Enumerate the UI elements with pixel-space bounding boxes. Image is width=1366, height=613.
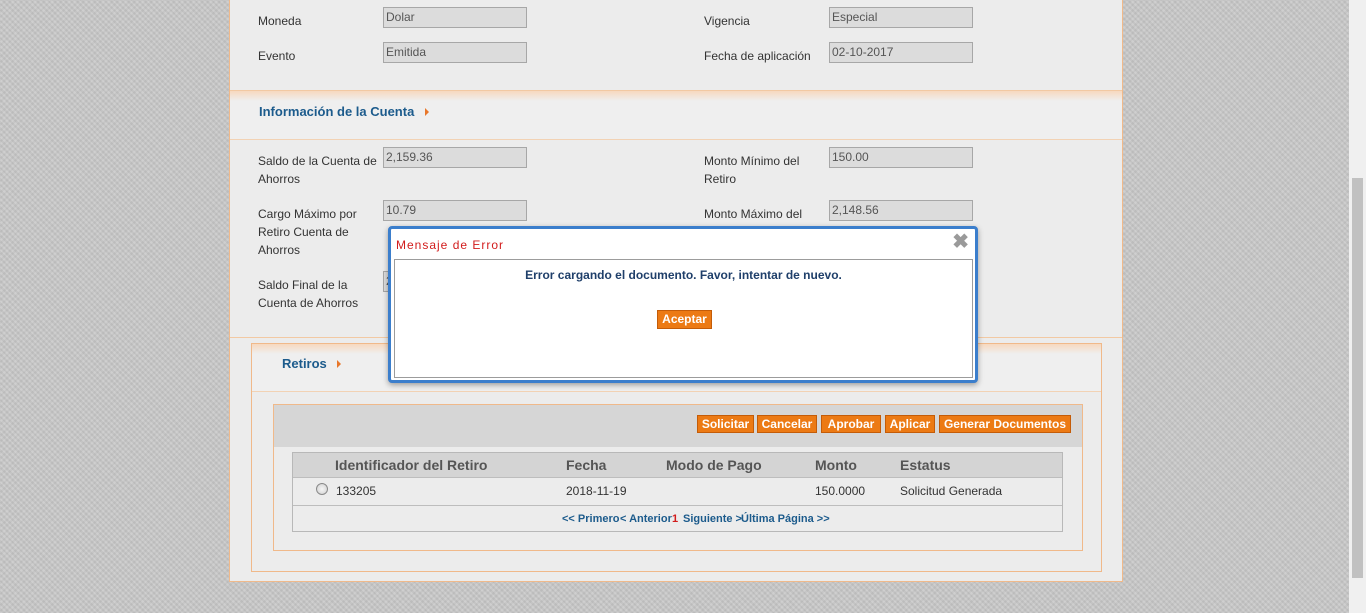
saldo-field[interactable]: 2,159.36 xyxy=(383,147,527,168)
fecha-aplicacion-label: Fecha de aplicación xyxy=(704,49,811,63)
column-header-identificador[interactable]: Identificador del Retiro xyxy=(335,457,487,473)
expand-arrow-icon xyxy=(425,108,429,116)
cell-identificador: 133205 xyxy=(336,484,377,498)
cell-monto: 150.0000 xyxy=(815,484,866,498)
pager-current-page: 1 xyxy=(672,513,679,525)
cell-estatus: Solicitud Generada xyxy=(900,484,1003,498)
page-scrollbar[interactable] xyxy=(1349,0,1366,613)
column-header-fecha[interactable]: Fecha xyxy=(566,457,606,473)
pager-first-link[interactable]: << Primero xyxy=(562,513,619,525)
vigencia-label: Vigencia xyxy=(704,14,750,28)
column-header-modo-pago[interactable]: Modo de Pago xyxy=(666,457,762,473)
retiros-grid-container: Solicitar Cancelar Aprobar Aplicar Gener… xyxy=(273,404,1083,551)
moneda-field[interactable]: Dolar xyxy=(383,7,527,28)
column-header-estatus[interactable]: Estatus xyxy=(900,457,951,473)
vigencia-field[interactable]: Especial xyxy=(829,7,973,28)
column-header-monto[interactable]: Monto xyxy=(815,457,857,473)
retiros-table: Identificador del Retiro Fecha Modo de P… xyxy=(292,452,1063,532)
monto-minimo-field[interactable]: 150.00 xyxy=(829,147,973,168)
pager-last-link[interactable]: Última Página >> xyxy=(741,513,830,525)
monto-maximo-field[interactable]: 2,148.56 xyxy=(829,200,973,221)
cuenta-section-header[interactable]: Información de la Cuenta xyxy=(230,90,1122,140)
saldo-final-label: Saldo Final de la Cuenta de Ahorros xyxy=(258,278,359,310)
scrollbar-thumb[interactable] xyxy=(1352,178,1363,578)
accept-button[interactable]: Aceptar xyxy=(657,310,712,329)
aplicar-button[interactable]: Aplicar xyxy=(885,415,935,433)
aprobar-button[interactable]: Aprobar xyxy=(821,415,881,433)
dialog-title: Mensaje de Error xyxy=(396,238,505,252)
cell-fecha: 2018-11-19 xyxy=(566,484,627,498)
table-header: Identificador del Retiro Fecha Modo de P… xyxy=(293,453,1062,478)
generar-documentos-button[interactable]: Generar Documentos xyxy=(939,415,1071,433)
expand-arrow-icon xyxy=(337,360,341,368)
cargo-maximo-field[interactable]: 10.79 xyxy=(383,200,527,221)
cancelar-button[interactable]: Cancelar xyxy=(757,415,817,433)
evento-field[interactable]: Emitida xyxy=(383,42,527,63)
row-divider xyxy=(293,505,1062,506)
cargo-maximo-label: Cargo Máximo por Retiro Cuenta de Ahorros xyxy=(258,207,357,257)
close-icon[interactable]: ✖ xyxy=(952,232,969,252)
error-dialog: Mensaje de Error ✖ Error cargando el doc… xyxy=(388,226,978,383)
evento-label: Evento xyxy=(258,49,296,63)
monto-minimo-label: Monto Mínimo del Retiro xyxy=(704,154,800,186)
pager-next-link[interactable]: Siguiente > xyxy=(683,513,742,525)
pager-prev-link[interactable]: < Anterior xyxy=(620,513,672,525)
monto-maximo-label: Monto Máximo del xyxy=(704,207,803,221)
saldo-label: Saldo de la Cuenta de Ahorros xyxy=(258,154,377,186)
retiros-section-title: Retiros xyxy=(282,356,327,371)
retiros-toolbar: Solicitar Cancelar Aprobar Aplicar Gener… xyxy=(274,405,1082,447)
dialog-body: Error cargando el documento. Favor, inte… xyxy=(394,259,973,378)
row-select-radio[interactable] xyxy=(316,483,328,495)
error-message: Error cargando el documento. Favor, inte… xyxy=(525,268,842,282)
cuenta-section-title: Información de la Cuenta xyxy=(259,104,415,119)
moneda-label: Moneda xyxy=(258,14,302,28)
solicitar-button[interactable]: Solicitar xyxy=(697,415,754,433)
fecha-aplicacion-field[interactable]: 02-10-2017 xyxy=(829,42,973,63)
